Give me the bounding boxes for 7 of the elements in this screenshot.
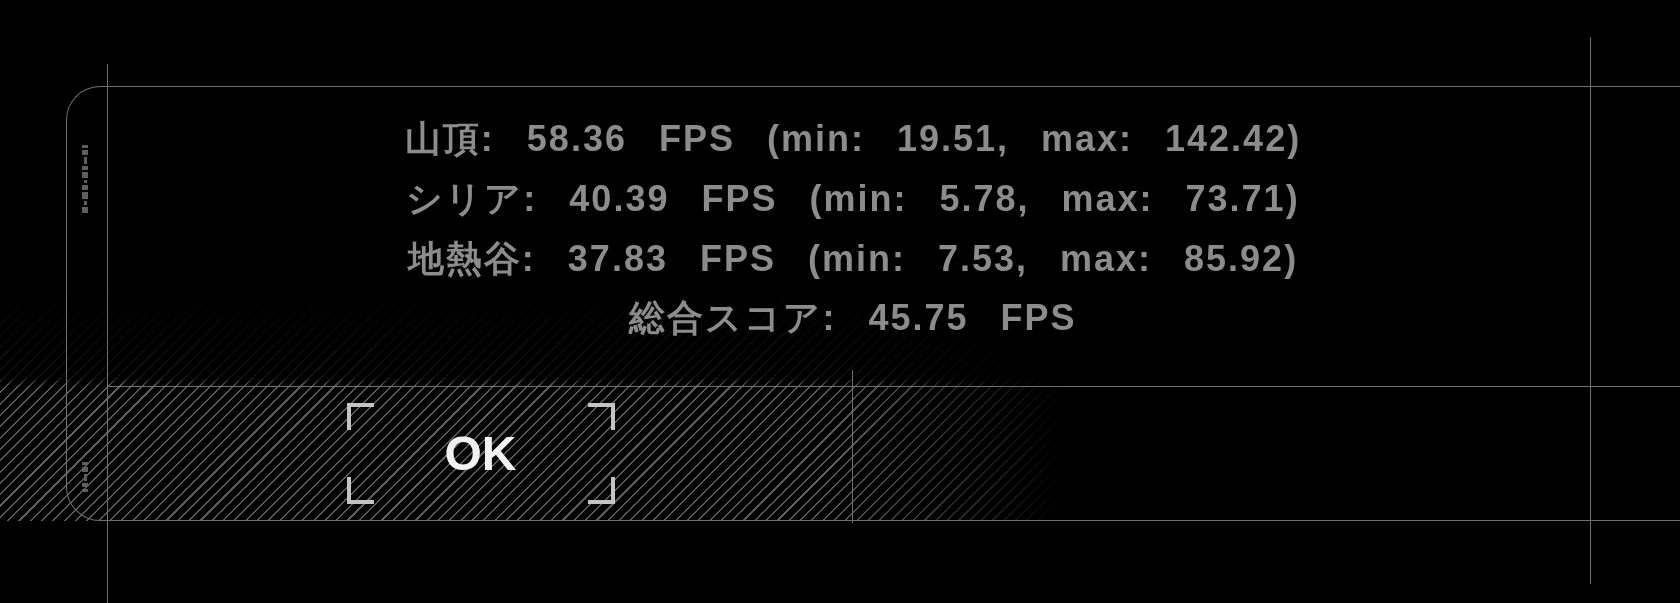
result-line: シリア: 40.39 FPS (min: 5.78, max: 73.71): [406, 177, 1300, 221]
result-line: 山頂: 58.36 FPS (min: 19.51, max: 142.42): [404, 117, 1302, 161]
small-marks-drawing: [80, 145, 89, 215]
small-marks-drawing: [80, 462, 89, 492]
result-line: 地熱谷: 37.83 FPS (min: 7.53, max: 85.92): [407, 237, 1299, 281]
total-score: 総合スコア: 45.75 FPS: [629, 296, 1077, 340]
ok-button[interactable]: OK: [346, 403, 615, 504]
